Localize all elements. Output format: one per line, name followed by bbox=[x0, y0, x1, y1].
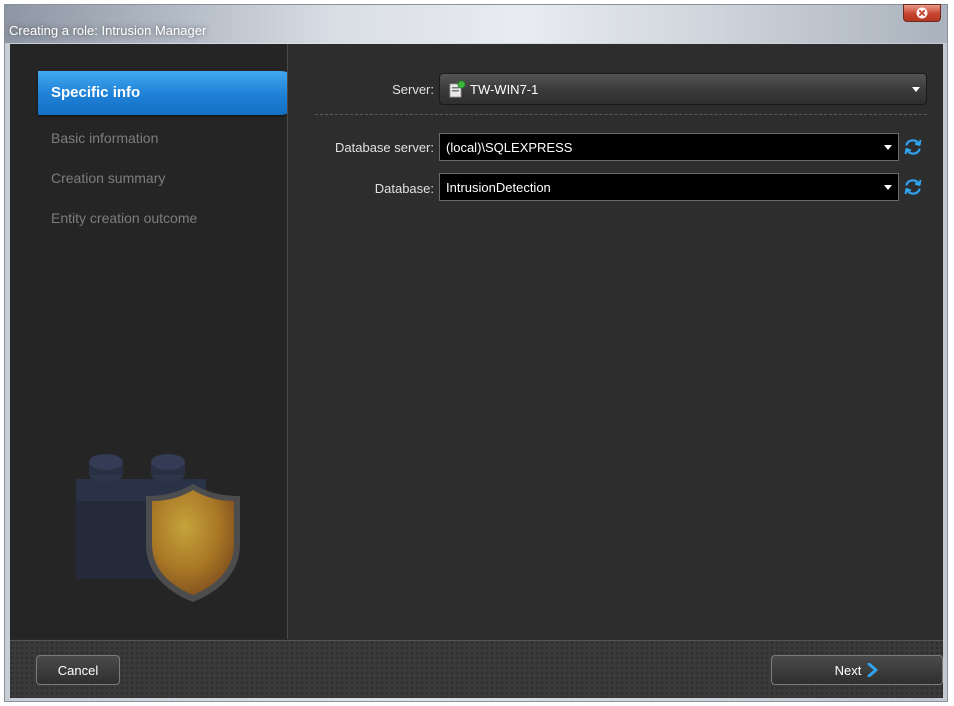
wizard-step-sidebar: Specific info Basic information Creation… bbox=[10, 44, 288, 639]
divider bbox=[315, 114, 927, 115]
cancel-button[interactable]: Cancel bbox=[36, 655, 120, 685]
specific-info-panel: Server: TW-WIN7-1 Database server: (loca… bbox=[288, 44, 943, 639]
server-icon bbox=[449, 80, 466, 98]
database-label: Database: bbox=[374, 181, 434, 196]
close-button[interactable] bbox=[903, 4, 941, 22]
step-label: Specific info bbox=[51, 84, 141, 101]
database-combo[interactable]: IntrusionDetection bbox=[439, 173, 899, 201]
database-server-combo[interactable]: (local)\SQLEXPRESS bbox=[439, 133, 899, 161]
chevron-down-icon bbox=[912, 87, 920, 92]
chevron-right-icon bbox=[867, 663, 878, 677]
window-title: Creating a role: Intrusion Manager bbox=[9, 23, 207, 38]
database-server-value: (local)\SQLEXPRESS bbox=[446, 140, 573, 155]
cancel-label: Cancel bbox=[57, 662, 99, 678]
step-basic-information[interactable]: Basic information bbox=[51, 130, 158, 146]
server-select[interactable]: TW-WIN7-1 bbox=[439, 73, 927, 105]
database-server-label: Database server: bbox=[335, 140, 434, 155]
chevron-down-icon bbox=[884, 145, 892, 150]
shield-icon bbox=[146, 484, 240, 602]
step-entity-creation-outcome[interactable]: Entity creation outcome bbox=[51, 210, 197, 226]
next-button[interactable]: Next bbox=[771, 655, 943, 685]
refresh-icon[interactable] bbox=[902, 176, 924, 198]
step-creation-summary[interactable]: Creation summary bbox=[51, 170, 165, 186]
database-value: IntrusionDetection bbox=[446, 180, 551, 195]
step-specific-info[interactable]: Specific info bbox=[38, 71, 287, 115]
intrusion-role-illustration bbox=[76, 454, 240, 602]
next-label: Next bbox=[834, 662, 862, 678]
wizard-window: Creating a role: Intrusion Manager Speci… bbox=[4, 4, 948, 702]
title-bar: Creating a role: Intrusion Manager bbox=[5, 4, 947, 43]
chevron-down-icon bbox=[884, 185, 892, 190]
refresh-icon[interactable] bbox=[902, 136, 924, 158]
server-value: TW-WIN7-1 bbox=[470, 82, 539, 97]
wizard-client-area: Specific info Basic information Creation… bbox=[10, 44, 943, 698]
server-label: Server: bbox=[392, 82, 434, 97]
close-icon bbox=[916, 7, 928, 19]
wizard-footer: Cancel Next bbox=[10, 640, 943, 698]
